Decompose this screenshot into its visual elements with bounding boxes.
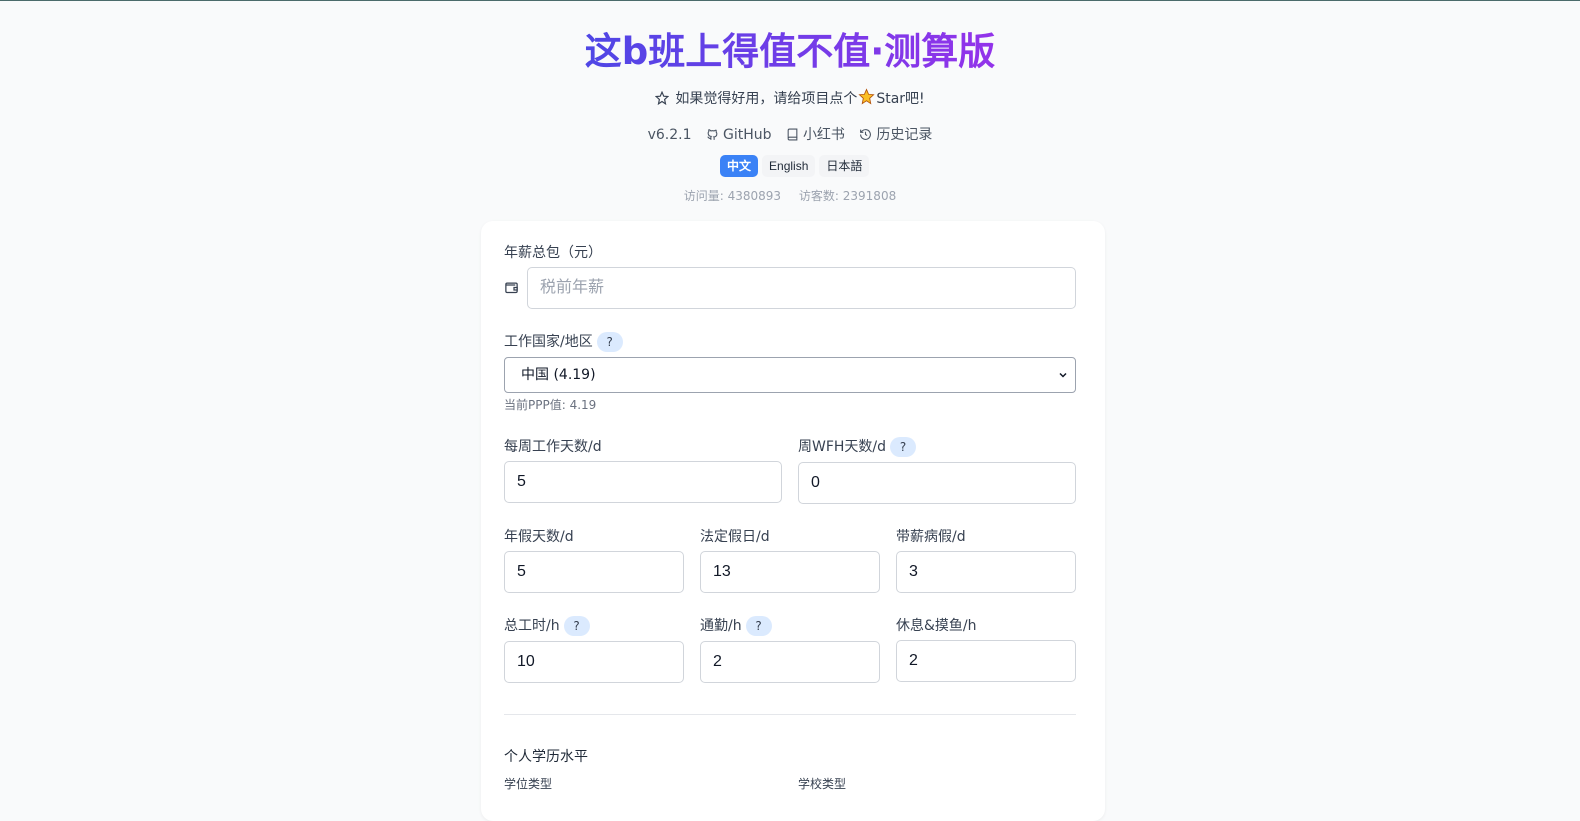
calculator-card: 年薪总包（元） 税前年薪 工作国家/地区? 中国 (4.19) 当前PPP值: … [481, 221, 1105, 821]
lang-en-button[interactable]: English [762, 155, 816, 177]
salary-input[interactable]: 税前年薪 [527, 267, 1076, 309]
star-emoji-icon [858, 88, 875, 105]
public-holidays-label: 法定假日/d [700, 529, 770, 545]
github-icon [707, 129, 718, 140]
visit-count: 访问量: 4380893 [683, 189, 782, 203]
total-hours-help-button[interactable]: ? [563, 616, 590, 636]
book-icon [787, 128, 798, 141]
wfh-days-label: 周WFH天数/d? [798, 437, 917, 457]
visitor-count: 访客数: 2391808 [798, 189, 897, 203]
school-type-label: 学校类型 [798, 777, 847, 791]
chevron-down-icon [1059, 372, 1067, 378]
star-outline-icon [655, 91, 670, 105]
public-holidays-input[interactable]: 13 [700, 551, 880, 593]
commute-label: 通勤/h? [700, 616, 772, 636]
commute-input[interactable]: 2 [700, 641, 880, 683]
salary-label: 年薪总包（元） [504, 245, 602, 261]
star-prompt-text: 如果觉得好用，请给项目点个 [675, 91, 858, 107]
wfh-days-input[interactable]: 0 [798, 462, 1076, 504]
wfh-help-button[interactable]: ? [890, 437, 917, 457]
annual-leave-input[interactable]: 5 [504, 551, 684, 593]
page-title: 这b班上得值不值·测算版 [584, 30, 996, 73]
top-border [0, 0, 1580, 1]
wallet-icon [505, 282, 518, 294]
history-link[interactable]: 历史记录 [859, 124, 932, 146]
star-prompt-text-end: Star吧! [876, 91, 925, 107]
ppp-hint: 当前PPP值: 4.19 [504, 398, 597, 412]
rest-input[interactable]: 2 [896, 640, 1076, 682]
total-hours-input[interactable]: 10 [504, 641, 684, 683]
section-divider [504, 714, 1076, 715]
github-link[interactable]: GitHub [706, 124, 771, 146]
sick-leave-label: 带薪病假/d [896, 529, 966, 545]
total-hours-label: 总工时/h? [504, 616, 590, 636]
country-help-button[interactable]: ? [596, 332, 623, 352]
country-label: 工作国家/地区? [504, 332, 623, 352]
education-section-title: 个人学历水平 [504, 749, 588, 765]
work-days-input[interactable]: 5 [504, 461, 782, 503]
version-label: v6.2.1 [647, 127, 692, 143]
sick-leave-input[interactable]: 3 [896, 551, 1076, 593]
annual-leave-label: 年假天数/d [504, 529, 574, 545]
star-prompt: 如果觉得好用，请给项目点个 Star吧! [0, 88, 1580, 110]
country-select-value: 中国 (4.19) [521, 367, 596, 383]
commute-help-button[interactable]: ? [745, 616, 772, 636]
country-select[interactable]: 中国 (4.19) [504, 357, 1076, 393]
degree-type-label: 学位类型 [504, 777, 553, 791]
visit-stats: 访问量: 4380893 访客数: 2391808 [0, 187, 1580, 205]
xiaohongshu-link[interactable]: 小红书 [786, 124, 845, 146]
meta-links: v6.2.1 GitHub 小红书 历史记录 [0, 124, 1580, 146]
lang-zh-button[interactable]: 中文 [720, 155, 759, 177]
rest-label: 休息&摸鱼/h [896, 618, 977, 634]
language-switcher: 中文 English 日本語 [720, 155, 870, 177]
lang-ja-button[interactable]: 日本語 [819, 155, 870, 177]
history-icon [860, 129, 872, 140]
work-days-label: 每周工作天数/d [504, 439, 602, 455]
